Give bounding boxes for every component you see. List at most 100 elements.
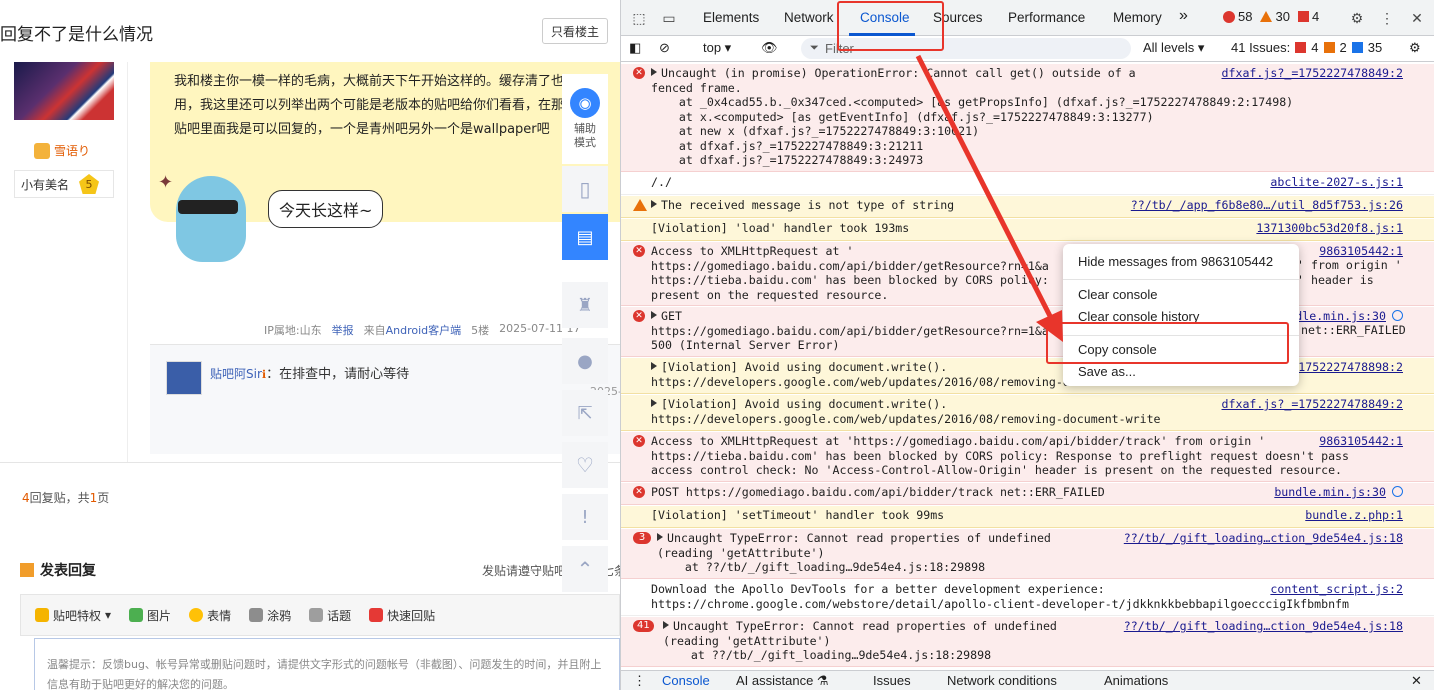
tab-elements[interactable]: Elements <box>703 10 759 25</box>
menu-separator <box>1063 335 1299 336</box>
eye-icon[interactable]: 👁 <box>761 40 778 56</box>
console-log-message[interactable]: Download the Apollo DevTools for a bette… <box>621 580 1434 616</box>
reply-username[interactable]: 贴吧阿Sir <box>210 367 262 381</box>
ip-location: IP属地:山东 <box>264 324 322 337</box>
author-name[interactable]: 雪语り <box>34 142 90 159</box>
drawer-tab-network-conditions[interactable]: Network conditions <box>947 673 1057 688</box>
reply-editor[interactable]: 温馨提示：反馈bug、帐号异常或删贴问题时，请提供文字形式的问题帐号（非截图）、… <box>34 638 620 690</box>
filter-input[interactable]: Filter <box>801 38 1131 59</box>
image-button[interactable]: 图片 <box>129 607 171 624</box>
assist-mode-button[interactable]: ◉ 辅助 模式 <box>562 74 608 164</box>
console-error-message[interactable]: 3 Uncaught TypeError: Cannot read proper… <box>621 529 1434 579</box>
level-box[interactable]: 小有美名 5 <box>14 170 114 198</box>
console-counts[interactable]: 58 30 4 <box>1223 9 1319 24</box>
reply-avatar[interactable] <box>166 361 202 395</box>
log-levels-dropdown[interactable]: All levels ▾ <box>1143 40 1204 56</box>
image-label: 图片 <box>147 608 172 623</box>
privilege-button[interactable]: 贴吧特权 ▾ <box>35 607 111 624</box>
message-source-link[interactable]: bundle.z.php:1 <box>1305 508 1403 523</box>
topic-button[interactable]: 话题 <box>309 607 351 624</box>
issues-summary[interactable]: 41 Issues: 4 2 35 <box>1231 40 1382 55</box>
inspect-element-icon[interactable]: ⬚ <box>629 8 649 28</box>
level-badge: 5 <box>79 174 100 194</box>
console-settings-icon[interactable]: ⚙ <box>1409 40 1421 56</box>
share-icon: ⇱ <box>577 402 593 424</box>
drawer-tab-console[interactable]: Console <box>662 673 710 688</box>
device-toolbar-icon[interactable]: ▭ <box>659 8 679 28</box>
message-source-link[interactable]: ??/tb/_/gift_loading…ction_9de54e4.js:18 <box>1124 531 1403 546</box>
close-icon[interactable]: ✕ <box>1407 8 1427 28</box>
message-tail: net::ERR_FAILED <box>1301 323 1406 337</box>
console-error-message[interactable]: ✕ GET https://gomediago.baidu.com/api/bi… <box>621 307 1434 357</box>
emoji-button[interactable]: 表情 <box>189 607 231 624</box>
console-error-message[interactable]: ✕ Access to XMLHttpRequest at 'https://g… <box>621 432 1434 482</box>
tab-performance[interactable]: Performance <box>1008 10 1085 25</box>
console-log-message[interactable]: /./ abclite-2027-s.js:1 <box>621 173 1434 195</box>
bear-button[interactable]: ● <box>562 338 608 384</box>
menu-item-clear-history[interactable]: Clear console history <box>1078 309 1199 324</box>
message-source-link[interactable]: 9863105442:1 <box>1319 434 1403 449</box>
download-app-button[interactable]: ▯ <box>562 166 608 212</box>
avatar[interactable] <box>14 62 114 120</box>
menu-item-hide-messages[interactable]: Hide messages from 9863105442 <box>1078 254 1273 269</box>
drawer-tab-issues[interactable]: Issues <box>873 673 911 688</box>
expand-triangle-icon[interactable] <box>657 533 663 541</box>
message-source-link[interactable]: dfxaf.js?_=1752227478849:2 <box>1222 397 1403 412</box>
console-error-message[interactable]: ✕ POST https://gomediago.baidu.com/api/b… <box>621 483 1434 505</box>
console-error-message[interactable]: 41 Uncaught TypeError: Cannot read prope… <box>621 617 1434 667</box>
drawer-tab-ai-assistance[interactable]: AI assistance ⚗ <box>736 673 829 689</box>
expand-triangle-icon[interactable] <box>651 200 657 208</box>
assist-mode-label: 辅助 模式 <box>574 122 596 149</box>
post-text: 我和楼主你一模一样的毛病，大概前天下午开始这样的。缓存清了也没用，我这里还可以列… <box>174 74 591 137</box>
console-error-message[interactable]: ✕ Uncaught (in promise) OperationError: … <box>621 64 1434 172</box>
message-source-link[interactable]: 9863105442:1 <box>1319 244 1403 259</box>
favorite-button[interactable]: ♡ <box>562 442 608 488</box>
client-link[interactable]: Android客户端 <box>386 324 462 337</box>
console-violation-message[interactable]: [Violation] 'setTimeout' handler took 99… <box>621 506 1434 528</box>
message-text: Uncaught (in promise) OperationError: Ca… <box>651 66 1293 168</box>
message-source-link[interactable]: bundle.min.js:30 <box>1274 485 1403 500</box>
drawer-tab-animations[interactable]: Animations <box>1104 673 1168 688</box>
quick-reply-button[interactable]: 快速回贴 <box>369 607 435 624</box>
share-button[interactable]: ⇱ <box>562 390 608 436</box>
console-violation-message[interactable]: [Violation] Avoid using document.write()… <box>621 395 1434 431</box>
console-violation-message[interactable]: [Violation] 'load' handler took 193ms 13… <box>621 219 1434 241</box>
only-op-button[interactable]: 只看楼主 <box>542 18 608 44</box>
doodle-button[interactable]: 涂鸦 <box>249 607 291 624</box>
context-selector[interactable]: top ▾ <box>703 40 731 56</box>
tab-console[interactable]: Console <box>860 10 910 25</box>
kebab-menu-icon[interactable]: ⋮ <box>1377 8 1397 28</box>
clear-console-icon[interactable]: ⊘ <box>659 40 670 56</box>
back-to-top-button[interactable]: ⌃ <box>562 546 608 592</box>
drawer-menu-icon[interactable]: ⋮ <box>633 673 646 689</box>
quick-reply-label: 快速回贴 <box>387 608 436 623</box>
expand-triangle-icon[interactable] <box>651 68 657 76</box>
menu-item-clear-console[interactable]: Clear console <box>1078 287 1158 302</box>
expand-triangle-icon[interactable] <box>651 399 657 407</box>
console-error-message[interactable]: ✕ Access to XMLHttpRequest at ' https://… <box>621 242 1434 306</box>
expand-triangle-icon[interactable] <box>663 621 669 629</box>
message-source-link[interactable]: ??/tb/_/gift_loading…ction_9de54e4.js:18 <box>1124 619 1403 634</box>
expand-triangle-icon[interactable] <box>651 311 657 319</box>
console-violation-message[interactable]: [Violation] Avoid using document.write()… <box>621 358 1434 394</box>
tab-memory[interactable]: Memory <box>1113 10 1162 25</box>
report-link[interactable]: 举报 <box>332 322 354 338</box>
tab-network[interactable]: Network <box>784 10 834 25</box>
expand-triangle-icon[interactable] <box>651 362 657 370</box>
message-source-link[interactable]: abclite-2027-s.js:1 <box>1270 175 1403 190</box>
report-button[interactable]: ! <box>562 494 608 540</box>
message-source-link[interactable]: ??/tb/_/app_f6b8e80…/util_8d5f753.js:26 <box>1131 198 1403 213</box>
reply-shortcut-button[interactable]: ▤ <box>562 214 608 260</box>
message-source-link[interactable]: dfxaf.js?_=1752227478849:2 <box>1222 66 1403 81</box>
sidebar-toggle-icon[interactable]: ◧ <box>629 40 641 56</box>
tab-sources[interactable]: Sources <box>933 10 983 25</box>
more-tabs-icon[interactable]: » <box>1179 7 1188 25</box>
settings-gear-icon[interactable]: ⚙ <box>1347 8 1367 28</box>
console-warning-message[interactable]: The received message is not type of stri… <box>621 196 1434 218</box>
drawer-close-icon[interactable]: ✕ <box>1411 673 1422 689</box>
menu-item-save-as[interactable]: Save as... <box>1078 364 1136 379</box>
message-source-link[interactable]: 1371300bc53d20f8.js:1 <box>1256 221 1403 236</box>
message-source-link[interactable]: content_script.js:2 <box>1270 582 1403 597</box>
mascot-button[interactable]: ♜ <box>562 282 608 328</box>
menu-item-copy-console[interactable]: Copy console <box>1078 342 1157 357</box>
